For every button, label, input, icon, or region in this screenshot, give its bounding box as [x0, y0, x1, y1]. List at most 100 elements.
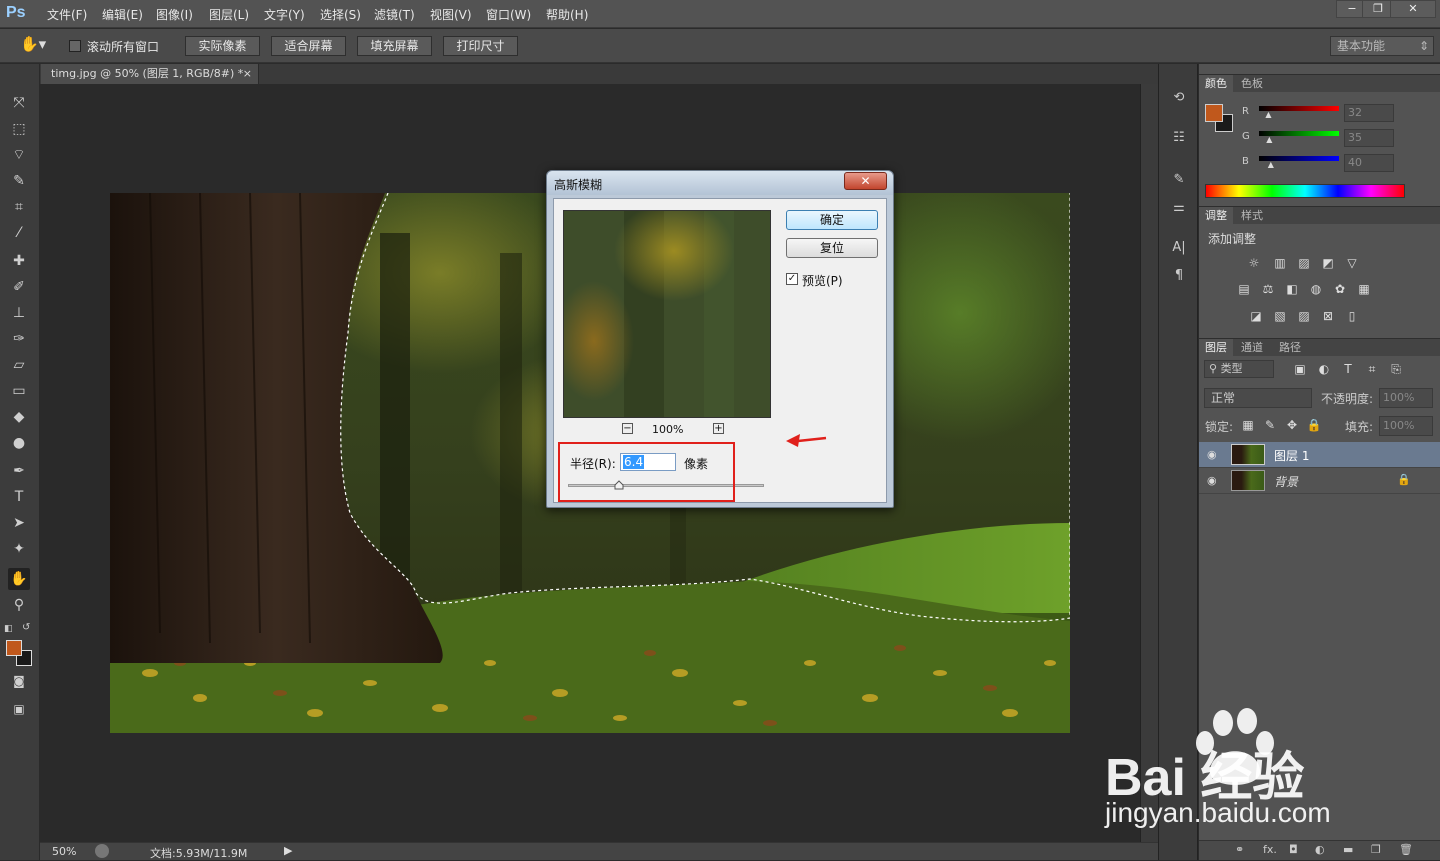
blur-tool-icon[interactable]: ◆ — [8, 406, 30, 428]
history-panel-icon[interactable]: ⟲ — [1169, 88, 1189, 108]
lasso-tool-icon[interactable]: ⌔ — [8, 144, 30, 166]
link-icon[interactable]: ⚭ — [1235, 843, 1244, 856]
brightness-icon[interactable]: ☼ — [1245, 254, 1263, 272]
menu-file[interactable]: 文件(F) — [47, 6, 87, 23]
close-tab-icon[interactable]: × — [243, 64, 252, 83]
channel-mixer-icon[interactable]: ✿ — [1331, 280, 1349, 298]
eyedropper-tool-icon[interactable]: ⁄ — [8, 222, 30, 244]
ok-button[interactable]: 确定 — [786, 210, 878, 230]
paragraph-panel-icon[interactable]: ¶ — [1169, 266, 1189, 286]
mask-icon[interactable]: ◘ — [1289, 843, 1298, 856]
channel-g-thumb[interactable]: ▲ — [1266, 136, 1274, 144]
reset-button[interactable]: 复位 — [786, 238, 878, 258]
exposure-icon[interactable]: ◩ — [1319, 254, 1337, 272]
trash-icon[interactable]: 🗑 — [1399, 843, 1413, 856]
type-tool-icon[interactable]: T — [8, 486, 30, 508]
filter-shape-icon[interactable]: ⌗ — [1363, 360, 1381, 378]
group-icon[interactable]: ▬ — [1343, 843, 1353, 856]
status-info-icon[interactable] — [95, 844, 109, 858]
channel-b-value[interactable]: 40 — [1344, 154, 1394, 172]
blur-preview[interactable] — [563, 210, 771, 418]
fill-screen-button[interactable]: 填充屏幕 — [357, 36, 432, 56]
channel-r-thumb[interactable]: ▲ — [1265, 111, 1273, 119]
vertical-scrollbar[interactable] — [1140, 84, 1158, 842]
dialog-titlebar[interactable]: 高斯模糊 ✕ — [547, 171, 893, 195]
opacity-input[interactable]: 100% — [1379, 388, 1433, 408]
path-select-tool-icon[interactable]: ➤ — [8, 512, 30, 534]
channel-g-value[interactable]: 35 — [1344, 129, 1394, 147]
workspace-select[interactable]: 基本功能 ⇕ — [1330, 36, 1434, 56]
tab-adjustments[interactable]: 调整 — [1199, 207, 1233, 225]
fx-icon[interactable]: fx. — [1263, 843, 1277, 856]
gradient-tool-icon[interactable]: ▭ — [8, 380, 30, 402]
lock-position-icon[interactable]: ✥ — [1283, 416, 1301, 434]
layer-filter-select[interactable]: ⚲ 类型 — [1204, 360, 1274, 378]
properties-panel-icon[interactable]: ☷ — [1169, 128, 1189, 148]
healing-brush-tool-icon[interactable]: ✚ — [8, 250, 30, 272]
quick-mask-icon[interactable]: ◙ — [8, 670, 30, 692]
hand-tool-icon[interactable]: ✋ — [8, 568, 30, 590]
filter-pixel-icon[interactable]: ▣ — [1291, 360, 1309, 378]
black-white-icon[interactable]: ◧ — [1283, 280, 1301, 298]
menu-select[interactable]: 选择(S) — [320, 6, 361, 23]
posterize-icon[interactable]: ▧ — [1271, 307, 1289, 325]
menu-edit[interactable]: 编辑(E) — [102, 6, 143, 23]
pen-tool-icon[interactable]: ✒ — [8, 460, 30, 482]
print-size-button[interactable]: 打印尺寸 — [443, 36, 518, 56]
selective-color-icon[interactable]: ⊠ — [1319, 307, 1337, 325]
dodge-tool-icon[interactable]: ● — [8, 432, 30, 454]
lock-pixels-icon[interactable]: ✎ — [1261, 416, 1279, 434]
character-panel-icon[interactable]: A| — [1169, 238, 1189, 258]
actual-pixels-button[interactable]: 实际像素 — [185, 36, 260, 56]
layer-row[interactable]: ◉ 图层 1 — [1199, 442, 1440, 468]
swap-colors-icon[interactable]: ↺ — [22, 622, 34, 634]
eraser-tool-icon[interactable]: ▱ — [8, 354, 30, 376]
tab-channels[interactable]: 通道 — [1235, 339, 1269, 357]
brush-panel-icon[interactable]: ✎ — [1169, 170, 1189, 190]
color-lookup-icon[interactable]: ▦ — [1355, 280, 1373, 298]
move-tool-icon[interactable]: ⤧ — [8, 92, 30, 114]
zoom-out-button[interactable]: − — [622, 423, 633, 434]
preview-checkbox[interactable]: ✓ — [786, 273, 798, 285]
tab-layers[interactable]: 图层 — [1199, 339, 1233, 357]
lock-all-icon[interactable]: 🔒 — [1305, 416, 1323, 434]
gradient-map-icon[interactable]: ▯ — [1343, 307, 1361, 325]
menu-layer[interactable]: 图层(L) — [209, 6, 249, 23]
foreground-color-swatch[interactable] — [6, 640, 22, 656]
brush-presets-icon[interactable]: ⚌ — [1169, 198, 1189, 218]
crop-tool-icon[interactable]: ⌗ — [8, 196, 30, 218]
scroll-all-windows-checkbox[interactable] — [69, 40, 81, 52]
hand-icon[interactable]: ✋▾ — [20, 35, 50, 57]
menu-window[interactable]: 窗口(W) — [486, 6, 531, 23]
lock-transparency-icon[interactable]: ▦ — [1239, 416, 1257, 434]
channel-b-thumb[interactable]: ▲ — [1268, 161, 1276, 169]
tab-paths[interactable]: 路径 — [1273, 339, 1307, 357]
zoom-tool-icon[interactable]: ⚲ — [8, 594, 30, 616]
adjustment-icon[interactable]: ◐ — [1315, 843, 1325, 856]
blend-mode-select[interactable]: 正常 — [1204, 388, 1312, 408]
brush-tool-icon[interactable]: ✐ — [8, 276, 30, 298]
layer-name[interactable]: 图层 1 — [1274, 447, 1309, 464]
dialog-close-button[interactable]: ✕ — [844, 172, 887, 190]
vibrance-icon[interactable]: ▽ — [1343, 254, 1361, 272]
invert-icon[interactable]: ◪ — [1247, 307, 1265, 325]
menu-filter[interactable]: 滤镜(T) — [374, 6, 415, 23]
channel-r-value[interactable]: 32 — [1344, 104, 1394, 122]
marquee-tool-icon[interactable]: ⬚ — [8, 118, 30, 140]
menu-help[interactable]: 帮助(H) — [546, 6, 588, 23]
layer-row[interactable]: ◉ 背景 🔒 — [1199, 468, 1440, 494]
filter-smart-object-icon[interactable]: ⎘ — [1387, 360, 1405, 378]
status-menu-arrow-icon[interactable]: ▶ — [284, 844, 292, 857]
color-balance-icon[interactable]: ⚖ — [1259, 280, 1277, 298]
color-spectrum-bar[interactable] — [1205, 184, 1405, 198]
screen-mode-icon[interactable]: ▣ — [8, 698, 30, 720]
document-tab[interactable]: timg.jpg @ 50% (图层 1, RGB/8#) * × — [41, 64, 259, 84]
levels-icon[interactable]: ▥ — [1271, 254, 1289, 272]
menu-image[interactable]: 图像(I) — [156, 6, 193, 23]
menu-view[interactable]: 视图(V) — [430, 6, 472, 23]
visibility-eye-icon[interactable]: ◉ — [1207, 474, 1217, 487]
tab-swatches[interactable]: 色板 — [1235, 75, 1269, 93]
zoom-level[interactable]: 50% — [52, 845, 76, 858]
history-brush-tool-icon[interactable]: ✑ — [8, 328, 30, 350]
clone-stamp-tool-icon[interactable]: ⊥ — [8, 302, 30, 324]
